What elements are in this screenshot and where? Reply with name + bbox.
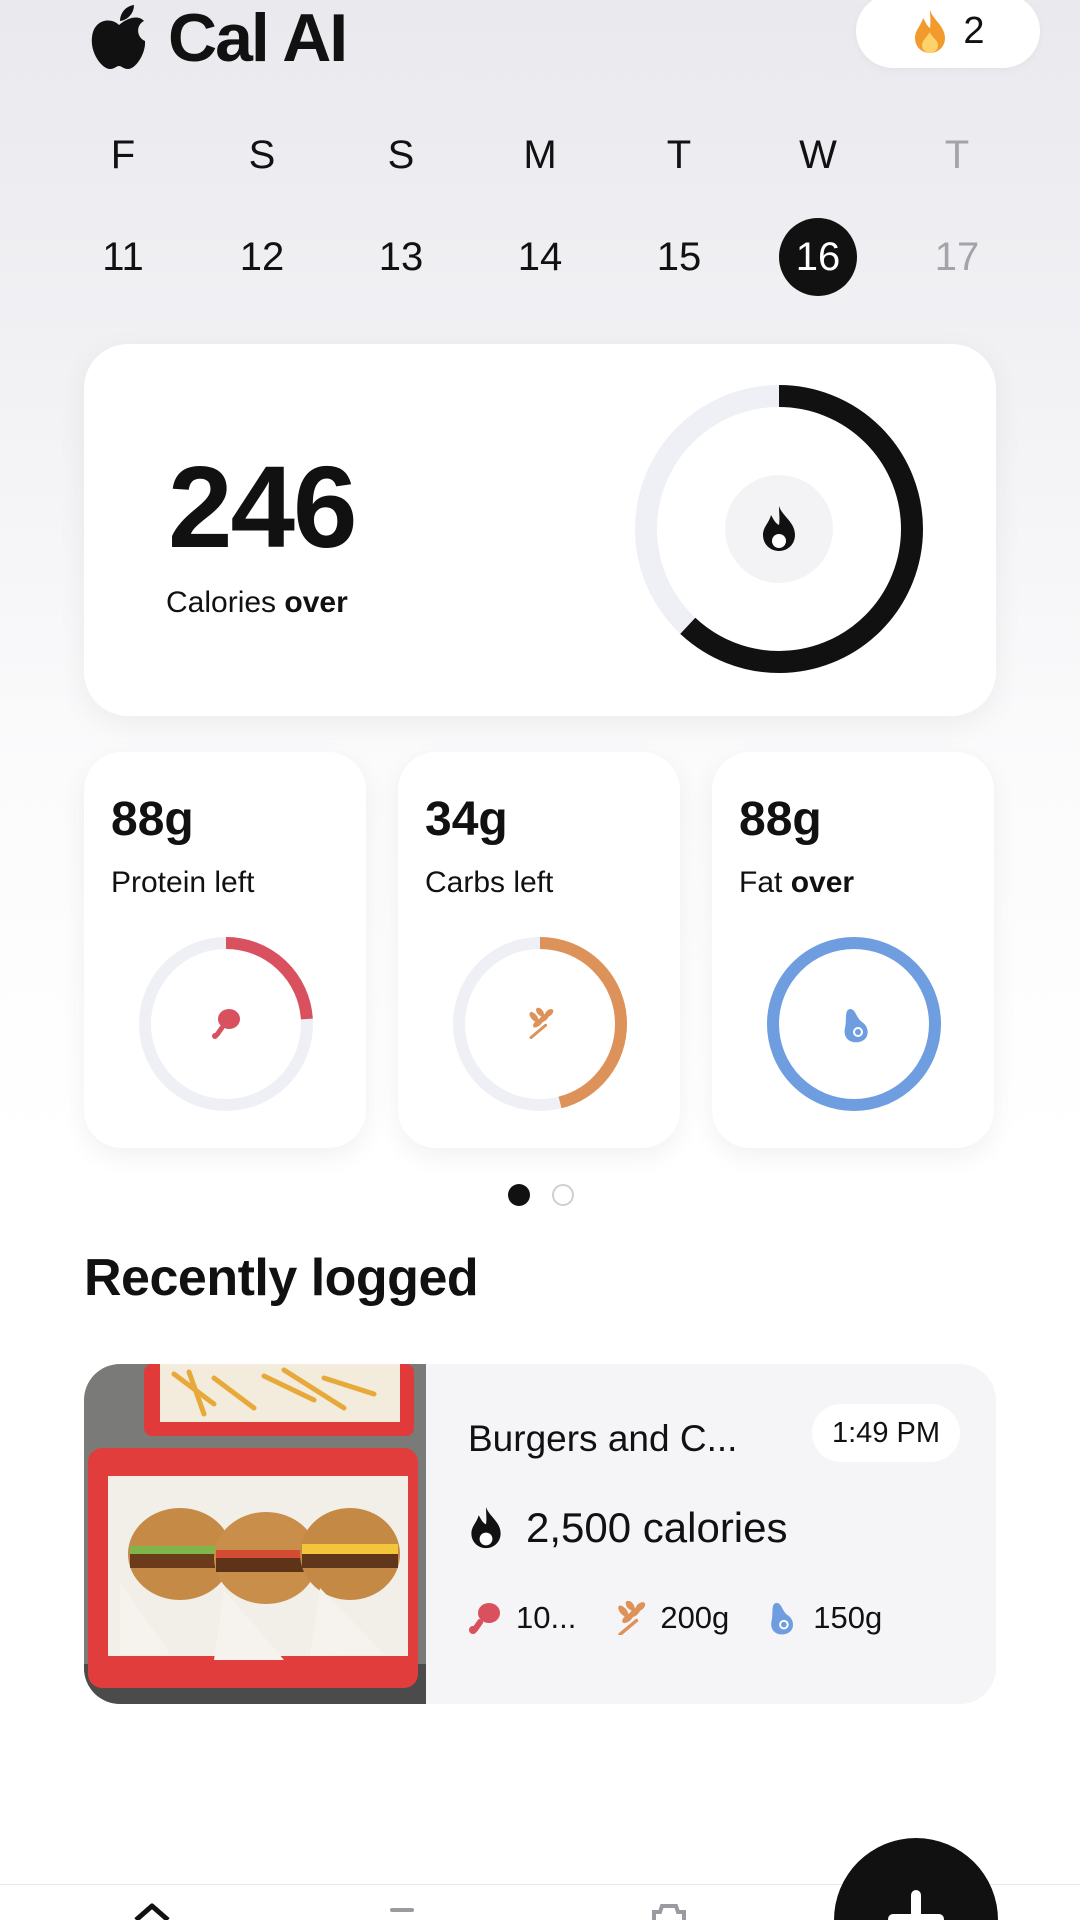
protein-label-prefix: Protein xyxy=(111,866,215,899)
streak-badge[interactable]: 2 xyxy=(856,0,1040,68)
drumstick-icon xyxy=(212,1009,240,1039)
avocado-icon xyxy=(771,1602,794,1635)
drumstick-icon xyxy=(469,1603,500,1634)
meal-name: Burgers and C... xyxy=(468,1418,738,1459)
carbs-label: Carbs left xyxy=(425,866,553,900)
fat-label: Fat over xyxy=(739,866,854,900)
logged-meal-card[interactable]: Burgers and C... 1:49 PM 2,500 calories … xyxy=(84,1364,996,1704)
calories-ring xyxy=(635,385,923,673)
meal-carbs: 200g xyxy=(612,1600,729,1636)
day-letter: T xyxy=(666,133,692,177)
day-letter: S xyxy=(387,133,415,177)
wheat-icon xyxy=(618,1601,646,1635)
day-date: 14 xyxy=(517,235,563,279)
meal-calories-text: 2,500 calories xyxy=(526,1504,788,1551)
day-wed-16[interactable]: W 16 xyxy=(773,120,863,296)
day-date: 15 xyxy=(656,235,702,279)
meal-protein: 10... xyxy=(468,1600,576,1636)
protein-status: left xyxy=(214,866,255,899)
day-letter: M xyxy=(523,133,557,177)
day-thu-17[interactable]: T 17 xyxy=(912,120,1002,296)
day-date: 17 xyxy=(934,235,980,279)
carbs-ring xyxy=(453,937,627,1111)
fat-label-prefix: Fat xyxy=(739,866,791,899)
calories-label: Calories over xyxy=(166,586,348,620)
flame-icon xyxy=(471,1507,501,1549)
day-sun-13[interactable]: S 13 xyxy=(356,120,446,296)
meal-macros: 10... 200g 150g xyxy=(468,1600,918,1636)
calories-label-prefix: Calories xyxy=(166,586,285,619)
recently-logged-title: Recently logged xyxy=(84,1249,479,1307)
day-letter: W xyxy=(799,133,837,177)
meal-fat: 150g xyxy=(765,1600,882,1636)
day-letter: T xyxy=(944,133,970,177)
meal-photo xyxy=(84,1364,426,1704)
day-date: 12 xyxy=(239,235,285,279)
flame-icon xyxy=(915,10,946,53)
day-tue-15[interactable]: T 15 xyxy=(634,120,724,296)
day-date: 11 xyxy=(102,235,144,279)
plus-icon-vertical xyxy=(911,1890,921,1920)
carbs-label-prefix: Carbs xyxy=(425,866,514,899)
app-name: Cal AI xyxy=(168,0,348,76)
fat-ring xyxy=(767,937,941,1111)
progress-icon[interactable] xyxy=(388,1902,416,1920)
meal-time: 1:49 PM xyxy=(812,1404,960,1462)
fat-amount: 88g xyxy=(739,793,822,846)
day-mon-14[interactable]: M 14 xyxy=(495,120,585,296)
calories-status: over xyxy=(284,586,348,619)
settings-icon[interactable] xyxy=(648,1904,690,1920)
meal-carbs-value: 200g xyxy=(660,1600,730,1635)
day-fri-11[interactable]: F 11 xyxy=(78,120,168,296)
protein-ring xyxy=(139,937,313,1111)
pager-dot-active[interactable] xyxy=(508,1184,530,1206)
day-date: 13 xyxy=(378,235,424,279)
wheat-icon xyxy=(529,1007,554,1039)
fat-card[interactable]: 88g Fat over xyxy=(712,752,994,1148)
add-entry-button[interactable] xyxy=(834,1838,998,1920)
avocado-icon xyxy=(844,1009,868,1043)
protein-card[interactable]: 88g Protein left xyxy=(84,752,366,1148)
day-letter: F xyxy=(110,133,136,177)
fat-status: over xyxy=(790,866,855,899)
pager-dot[interactable] xyxy=(552,1184,574,1206)
day-date-selected: 16 xyxy=(779,218,857,296)
streak-count: 2 xyxy=(963,9,985,52)
meal-calories: 2,500 calories xyxy=(468,1504,788,1552)
meal-fat-value: 150g xyxy=(813,1600,883,1635)
meal-protein-value: 10... xyxy=(516,1600,577,1635)
protein-amount: 88g xyxy=(111,793,194,846)
protein-label: Protein left xyxy=(111,866,254,900)
apple-logo-icon xyxy=(91,5,146,69)
carbs-card[interactable]: 34g Carbs left xyxy=(398,752,680,1148)
calories-value: 246 xyxy=(168,442,358,572)
calories-card[interactable]: 246 Calories over xyxy=(84,344,996,716)
carbs-amount: 34g xyxy=(425,793,508,846)
carbs-status: left xyxy=(513,866,554,899)
day-letter: S xyxy=(248,133,276,177)
home-icon[interactable] xyxy=(132,1902,172,1920)
day-sat-12[interactable]: S 12 xyxy=(217,120,307,296)
app-title: Cal AI xyxy=(84,0,348,78)
